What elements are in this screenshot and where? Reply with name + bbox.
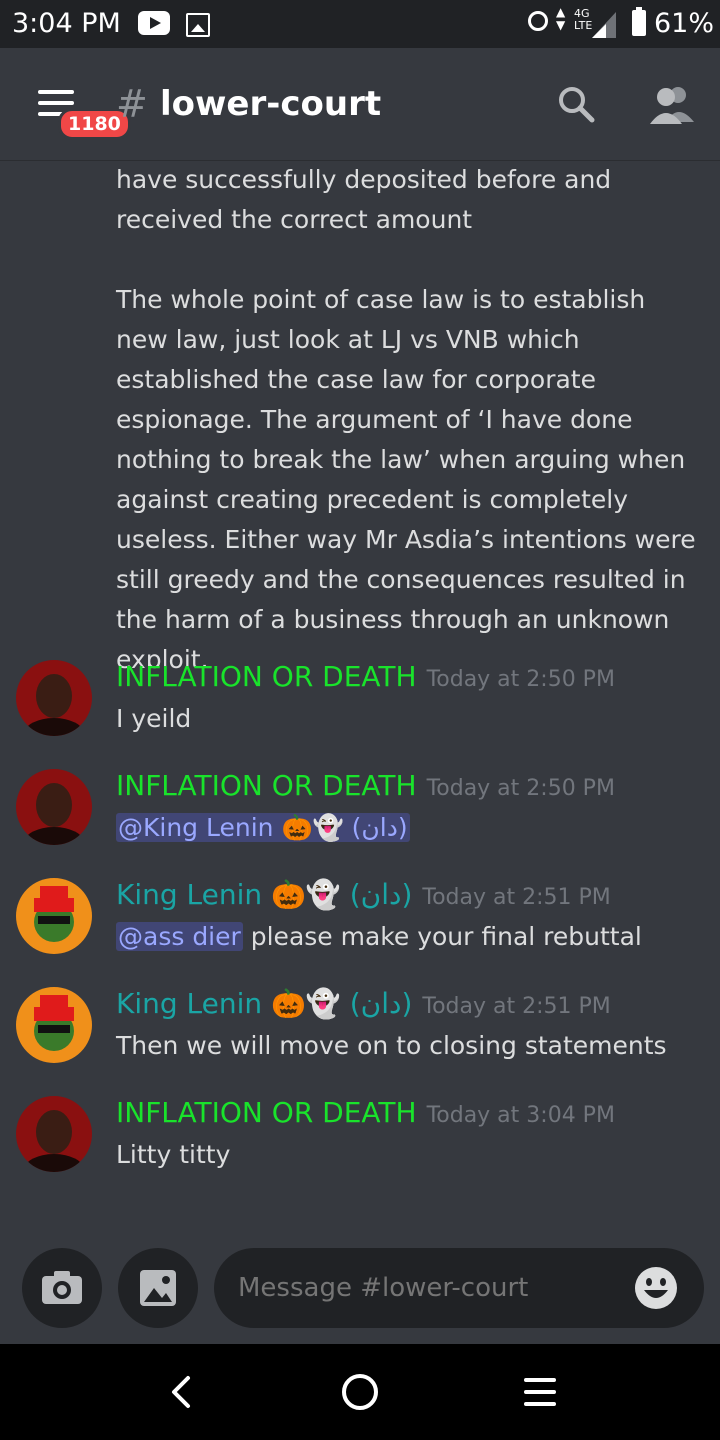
image-icon — [140, 1270, 176, 1306]
signal-icon — [592, 12, 616, 38]
message-text: Litty titty — [116, 1140, 231, 1169]
search-icon[interactable] — [556, 84, 596, 124]
avatar[interactable] — [16, 987, 92, 1063]
alarm-icon — [528, 11, 548, 31]
user-mention[interactable]: @ass dier — [116, 922, 243, 951]
avatar[interactable] — [16, 1096, 92, 1172]
author-name[interactable]: King Lenin 🎃👻 (دان) Today at 2:51 PM — [116, 987, 611, 1020]
members-icon[interactable] — [648, 84, 696, 124]
message-text: Then we will move on to closing statemen… — [116, 1031, 667, 1060]
status-time: 3:04 PM — [12, 8, 121, 39]
avatar[interactable] — [16, 769, 92, 845]
author-name[interactable]: INFLATION OR DEATH Today at 3:04 PM — [116, 1096, 615, 1129]
timestamp: Today at 2:51 PM — [422, 994, 611, 1019]
emoji-icon[interactable] — [634, 1266, 678, 1310]
message-text: please make your final rebuttal — [242, 922, 642, 951]
youtube-notification-icon — [138, 11, 170, 35]
message-text: have successfully deposited before and r… — [116, 165, 612, 234]
data-arrows-icon: ▲ ▼ — [556, 5, 566, 32]
message-list[interactable]: have successfully deposited before and r… — [0, 160, 720, 1240]
timestamp: Today at 3:04 PM — [426, 1103, 615, 1128]
user-mention[interactable]: @King Lenin 🎃👻 (دان) — [116, 813, 410, 842]
message-input[interactable] — [214, 1248, 704, 1328]
home-icon[interactable] — [342, 1374, 378, 1410]
recent-apps-icon[interactable] — [522, 1374, 558, 1410]
image-notification-icon — [186, 13, 210, 37]
timestamp: Today at 2:51 PM — [422, 885, 611, 910]
author-name[interactable]: INFLATION OR DEATH Today at 2:50 PM — [116, 660, 615, 693]
author-name[interactable]: King Lenin 🎃👻 (دان) Today at 2:51 PM — [116, 878, 611, 911]
camera-button[interactable] — [22, 1248, 102, 1328]
hash-icon: # — [116, 82, 148, 126]
message-text: The whole point of case law is to establ… — [116, 285, 696, 674]
timestamp: Today at 2:50 PM — [426, 776, 615, 801]
battery-percent: 61% — [654, 8, 715, 39]
continued-message: have successfully deposited before and r… — [116, 160, 696, 680]
channel-name: lower-court — [160, 84, 382, 124]
message-text: I yeild — [116, 704, 192, 733]
channel-header: 1180 # lower-court — [0, 48, 720, 160]
network-type: 4G LTE — [574, 7, 593, 32]
author-name[interactable]: INFLATION OR DEATH Today at 2:50 PM — [116, 769, 615, 802]
image-button[interactable] — [118, 1248, 198, 1328]
system-navigation-bar — [0, 1344, 720, 1440]
camera-icon — [42, 1271, 82, 1304]
avatar[interactable] — [16, 878, 92, 954]
battery-icon — [632, 7, 646, 36]
status-bar: 3:04 PM ▲ ▼ 4G LTE 61% — [0, 0, 720, 48]
back-icon[interactable] — [164, 1372, 200, 1412]
avatar[interactable] — [16, 660, 92, 736]
message-composer — [0, 1240, 720, 1344]
timestamp: Today at 2:50 PM — [426, 667, 615, 692]
